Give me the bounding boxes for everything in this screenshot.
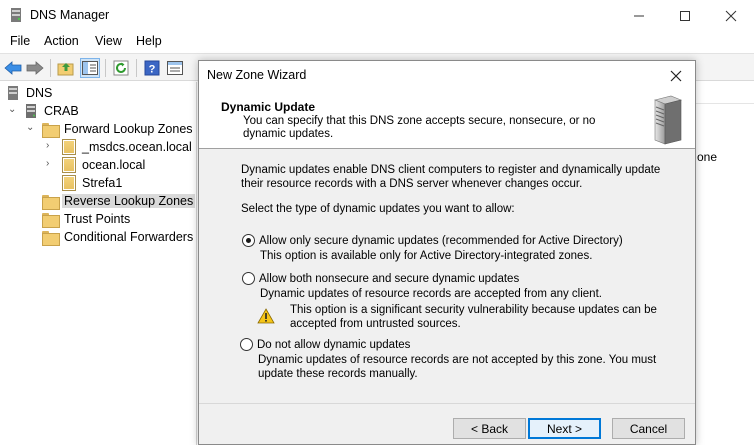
radio-secure-only[interactable]: Allow only secure dynamic updates (recom… — [242, 234, 623, 247]
menu-file[interactable]: File — [10, 34, 30, 48]
new-zone-wizard-dialog: New Zone Wizard Dynamic Update You can s… — [198, 60, 696, 445]
tree-item-forward-lookup-zones[interactable]: ⌄ Forward Lookup Zones — [26, 120, 195, 138]
toolbar-separator — [50, 59, 51, 77]
chevron-right-icon[interactable]: › — [46, 140, 56, 151]
chevron-right-icon[interactable]: › — [46, 158, 56, 169]
svg-text:?: ? — [149, 64, 156, 76]
warning-icon — [257, 308, 275, 324]
tree-item-conditional-forwarders[interactable]: Conditional Forwarders — [42, 228, 195, 246]
radio-label: Allow only secure dynamic updates (recom… — [259, 234, 623, 247]
tree-item-reverse-lookup-zones[interactable]: Reverse Lookup Zones — [42, 192, 196, 210]
folder-icon — [42, 194, 60, 210]
radio-button[interactable] — [242, 234, 255, 247]
forward-button[interactable] — [25, 58, 45, 78]
prompt-text: Select the type of dynamic updates you w… — [241, 203, 515, 215]
folder-up-icon — [57, 63, 74, 76]
option-description: Dynamic updates of resource records are … — [260, 288, 602, 300]
zone-icon — [62, 139, 76, 155]
zone-icon — [62, 157, 76, 173]
export-list-icon — [167, 61, 183, 75]
close-icon — [670, 70, 682, 82]
tree-label: DNS — [26, 86, 53, 100]
help-button[interactable]: ? — [142, 58, 162, 78]
wizard-page-subtitle: You can specify that this DNS zone accep… — [243, 115, 596, 140]
minimize-icon — [634, 15, 644, 16]
maximize-icon — [680, 10, 690, 21]
folder-icon — [42, 230, 60, 246]
back-button[interactable]: < Back — [453, 418, 526, 439]
security-warning-text: This option is a significant security vu… — [290, 304, 657, 330]
dialog-title: New Zone Wizard — [207, 68, 307, 82]
tree-item-trust-points[interactable]: Trust Points — [42, 210, 132, 228]
tree-label: _msdcs.ocean.local — [82, 140, 192, 154]
refresh-button[interactable] — [111, 58, 131, 78]
toolbar-separator — [136, 59, 137, 77]
back-arrow-icon — [4, 61, 22, 75]
button-separator — [199, 403, 695, 404]
zone-icon — [62, 175, 76, 191]
next-button[interactable]: Next > — [528, 418, 601, 439]
tree-item-zone[interactable]: › ocean.local — [46, 156, 147, 174]
cancel-button[interactable]: Cancel — [612, 418, 685, 439]
dialog-close-button[interactable] — [665, 65, 687, 87]
folder-icon — [42, 122, 60, 138]
dns-app-icon — [11, 8, 21, 22]
maximize-button[interactable] — [662, 0, 708, 31]
tree-label: Trust Points — [64, 212, 131, 226]
option-description: This option is available only for Active… — [260, 250, 593, 262]
export-list-button[interactable] — [165, 58, 185, 78]
tree-label: CRAB — [44, 104, 79, 118]
tree-item-zone[interactable]: › _msdcs.ocean.local — [46, 138, 194, 156]
radio-button[interactable] — [240, 338, 253, 351]
wizard-page-title: Dynamic Update — [221, 100, 316, 114]
back-button[interactable] — [3, 58, 23, 78]
menu-view[interactable]: View — [95, 34, 122, 48]
show-hide-tree-icon — [82, 61, 98, 75]
server-icon — [26, 104, 36, 118]
chevron-down-icon[interactable]: ⌄ — [8, 104, 18, 115]
tree-item-server[interactable]: ⌄ CRAB — [8, 102, 81, 120]
minimize-button[interactable] — [616, 0, 662, 31]
radio-button[interactable] — [242, 272, 255, 285]
forward-arrow-icon — [26, 61, 44, 75]
radio-no-updates[interactable]: Do not allow dynamic updates — [240, 338, 410, 351]
dialog-titlebar: New Zone Wizard — [199, 61, 695, 91]
tree-label: Conditional Forwarders — [64, 230, 194, 244]
menu-action[interactable]: Action — [44, 34, 79, 48]
window-titlebar: DNS Manager — [0, 0, 754, 31]
option-description: Dynamic updates of resource records are … — [258, 354, 657, 380]
tree-item-zone[interactable]: Strefa1 — [62, 174, 124, 192]
close-icon — [725, 10, 737, 21]
close-button[interactable] — [708, 0, 754, 31]
wizard-header: Dynamic Update You can specify that this… — [199, 91, 695, 149]
tree-label: Reverse Lookup Zones — [62, 194, 196, 208]
folder-icon — [42, 212, 60, 228]
tree-label: ocean.local — [82, 158, 146, 172]
tree-item-dns[interactable]: DNS — [6, 84, 54, 102]
up-one-level-button[interactable] — [56, 58, 76, 78]
tree-label: Strefa1 — [82, 176, 123, 190]
refresh-icon — [113, 60, 129, 76]
tree-label: Forward Lookup Zones — [64, 122, 193, 136]
menu-help[interactable]: Help — [136, 34, 162, 48]
help-icon: ? — [144, 60, 160, 76]
menu-bar: File Action View Help — [0, 31, 754, 52]
radio-nonsecure-and-secure[interactable]: Allow both nonsecure and secure dynamic … — [242, 272, 519, 285]
results-pane-text: one — [697, 150, 718, 164]
server-icon — [654, 95, 682, 145]
toolbar-separator — [105, 59, 106, 77]
console-tree: DNS ⌄ CRAB ⌄ Forward Lookup Zones › _msd… — [0, 82, 197, 445]
radio-label: Do not allow dynamic updates — [257, 338, 411, 351]
dns-app-icon — [8, 86, 18, 100]
radio-label: Allow both nonsecure and secure dynamic … — [259, 272, 520, 285]
show-hide-tree-button[interactable] — [80, 58, 100, 78]
intro-text: Dynamic updates enable DNS client comput… — [241, 164, 661, 190]
window-title: DNS Manager — [30, 8, 110, 22]
chevron-down-icon[interactable]: ⌄ — [26, 122, 36, 133]
